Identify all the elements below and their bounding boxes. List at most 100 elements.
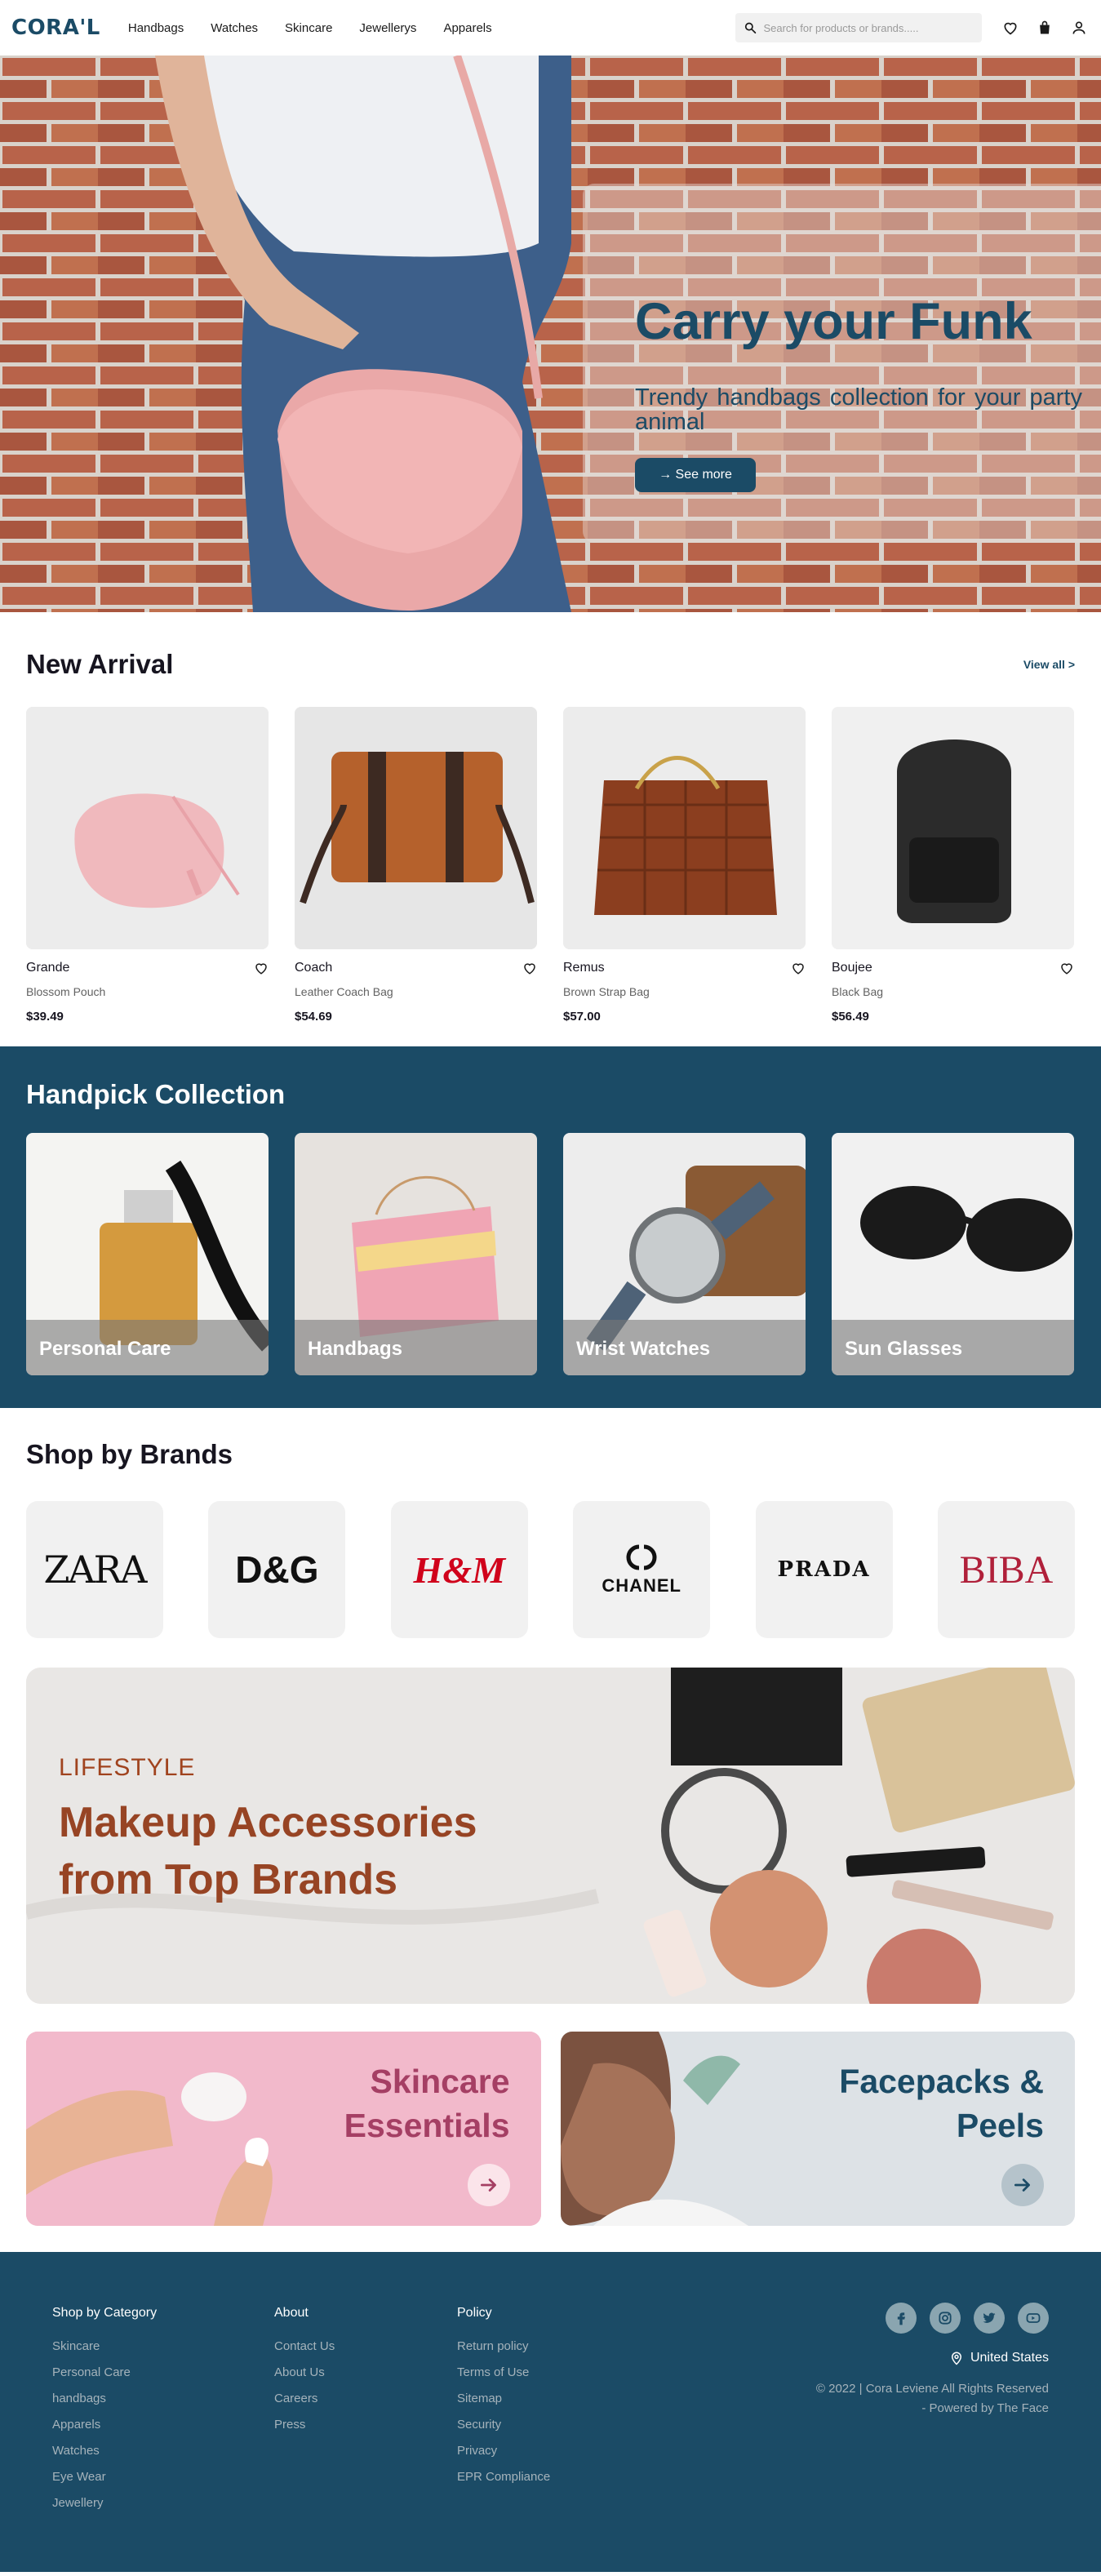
bag-icon[interactable] [1036, 19, 1054, 37]
see-more-button[interactable]: → See more [635, 458, 756, 492]
footer-link[interactable]: Sitemap [457, 2391, 637, 2406]
product-name: Coach [295, 961, 333, 975]
search-icon [744, 22, 757, 34]
brand-logo-text: H&M [413, 1548, 506, 1591]
makeup-banner[interactable]: LIFESTYLE Makeup Accessories from Top Br… [26, 1668, 1075, 2004]
product-card[interactable]: Boujee Black Bag $56.49 [832, 707, 1074, 1024]
footer-link[interactable]: Personal Care [52, 2365, 274, 2380]
footer-link[interactable]: About Us [274, 2365, 457, 2380]
category-card-wrist-watches[interactable]: Wrist Watches [563, 1133, 806, 1375]
footer-link[interactable]: Privacy [457, 2443, 637, 2458]
handpick-section: Handpick Collection Personal Care Handba… [0, 1046, 1101, 1408]
footer-link[interactable]: Return policy [457, 2338, 637, 2354]
logo[interactable]: CORA'L [11, 16, 100, 40]
location-label[interactable]: United States [970, 2351, 1049, 2365]
footer-link[interactable]: handbags [52, 2391, 274, 2406]
facepacks-promo[interactable]: Facepacks & Peels [560, 2032, 1075, 2226]
heart-icon[interactable] [254, 961, 269, 975]
youtube-icon[interactable] [1018, 2303, 1049, 2334]
product-price: $56.49 [832, 1010, 869, 1024]
product-desc: Brown Strap Bag [563, 985, 650, 998]
product-card[interactable]: Remus Brown Strap Bag $57.00 [563, 707, 806, 1024]
footer-link[interactable]: Watches [52, 2443, 274, 2458]
new-arrival-section: New Arrival View all > Grande Blossom Po… [0, 612, 1101, 1024]
footer-link[interactable]: Eye Wear [52, 2469, 274, 2485]
facebook-icon[interactable] [886, 2303, 917, 2334]
footer-column-policy: Policy Return policy Terms of Use Sitema… [457, 2306, 637, 2521]
instagram-icon[interactable] [930, 2303, 961, 2334]
category-label: Wrist Watches [563, 1320, 806, 1375]
heart-icon[interactable] [1059, 961, 1074, 975]
brand-logo-text: D&G [235, 1548, 319, 1591]
nav-item-handbags[interactable]: Handbags [128, 21, 184, 35]
arrow-right-icon[interactable] [467, 2164, 510, 2206]
product-name: Remus [563, 961, 605, 975]
category-card-personal-care[interactable]: Personal Care [26, 1133, 269, 1375]
nav-item-apparels[interactable]: Apparels [443, 21, 491, 35]
footer-link[interactable]: Careers [274, 2391, 457, 2406]
product-desc: Black Bag [832, 985, 884, 998]
brand-dg[interactable]: D&G [208, 1501, 346, 1638]
footer-link[interactable]: EPR Compliance [457, 2469, 637, 2485]
category-label: Personal Care [26, 1320, 269, 1375]
site-header: CORA'L Handbags Watches Skincare Jewelle… [0, 0, 1101, 56]
footer-column-category: Shop by Category Skincare Personal Care … [52, 2306, 274, 2521]
brand-hm[interactable]: H&M [390, 1501, 528, 1638]
product-price: $54.69 [295, 1010, 332, 1024]
heart-icon[interactable] [791, 961, 806, 975]
hero-title: Carry your Funk [635, 293, 1032, 350]
brand-logo-text: ZARA [43, 1548, 147, 1592]
heart-icon[interactable] [522, 961, 537, 975]
product-card[interactable]: Coach Leather Coach Bag $54.69 [295, 707, 537, 1024]
product-name: Grande [26, 961, 70, 975]
category-label: Sun Glasses [832, 1320, 1074, 1375]
heart-icon[interactable] [1001, 19, 1019, 37]
skincare-promo[interactable]: Skincare Essentials [26, 2032, 541, 2226]
footer-heading: Policy [457, 2306, 492, 2320]
brand-chanel[interactable]: CHANEL [573, 1501, 711, 1638]
brand-zara[interactable]: ZARA [26, 1501, 163, 1638]
product-image[interactable] [26, 707, 269, 949]
brand-prada[interactable]: PRADA [755, 1501, 893, 1638]
product-price: $39.49 [26, 1010, 64, 1024]
footer-link[interactable]: Skincare [52, 2338, 274, 2354]
promo-title: Skincare Essentials [344, 2063, 510, 2144]
nav-item-watches[interactable]: Watches [211, 21, 258, 35]
nav-item-jewellerys[interactable]: Jewellerys [359, 21, 416, 35]
footer-link[interactable]: Press [274, 2417, 457, 2432]
footer-link[interactable]: Apparels [52, 2417, 274, 2432]
promo-row: Skincare Essentials Facepacks & Peels [26, 2032, 1075, 2226]
arrow-right-icon[interactable] [1001, 2164, 1044, 2206]
hero-subtitle: Trendy handbags collection for your part… [635, 384, 1082, 435]
section-title: New Arrival [26, 649, 174, 679]
product-desc: Leather Coach Bag [295, 985, 393, 998]
product-image[interactable] [832, 707, 1074, 949]
banner-title: Makeup Accessories from Top Brands [59, 1799, 477, 1903]
product-image[interactable] [563, 707, 806, 949]
powered-by-text: - Powered by The Face [921, 2401, 1049, 2415]
brand-logo-text: BIBA [959, 1548, 1054, 1592]
footer-link[interactable]: Contact Us [274, 2338, 457, 2354]
search-input[interactable] [763, 21, 974, 34]
user-icon[interactable] [1070, 19, 1088, 37]
view-all-link[interactable]: View all > [1023, 658, 1075, 671]
product-name: Boujee [832, 961, 872, 975]
brand-biba[interactable]: BIBA [937, 1501, 1075, 1638]
brand-logo-text: CHANEL [602, 1574, 681, 1596]
product-price: $57.00 [563, 1010, 601, 1024]
nav-item-skincare[interactable]: Skincare [285, 21, 332, 35]
chanel-logo-icon [626, 1544, 657, 1570]
product-desc: Blossom Pouch [26, 985, 106, 998]
footer-heading: Shop by Category [52, 2306, 158, 2320]
brand-logo-text: PRADA [777, 1557, 871, 1582]
product-image[interactable] [295, 707, 537, 949]
footer-link[interactable]: Terms of Use [457, 2365, 637, 2380]
location-pin-icon [951, 2352, 961, 2365]
footer-link[interactable]: Security [457, 2417, 637, 2432]
brands-row: ZARA D&G H&M CHANEL PRADA BIBA [0, 1501, 1101, 1638]
category-card-handbags[interactable]: Handbags [295, 1133, 537, 1375]
product-card[interactable]: Grande Blossom Pouch $39.49 [26, 707, 269, 1024]
twitter-icon[interactable] [974, 2303, 1005, 2334]
category-card-sun-glasses[interactable]: Sun Glasses [832, 1133, 1074, 1375]
footer-link[interactable]: Jewellery [52, 2495, 274, 2511]
